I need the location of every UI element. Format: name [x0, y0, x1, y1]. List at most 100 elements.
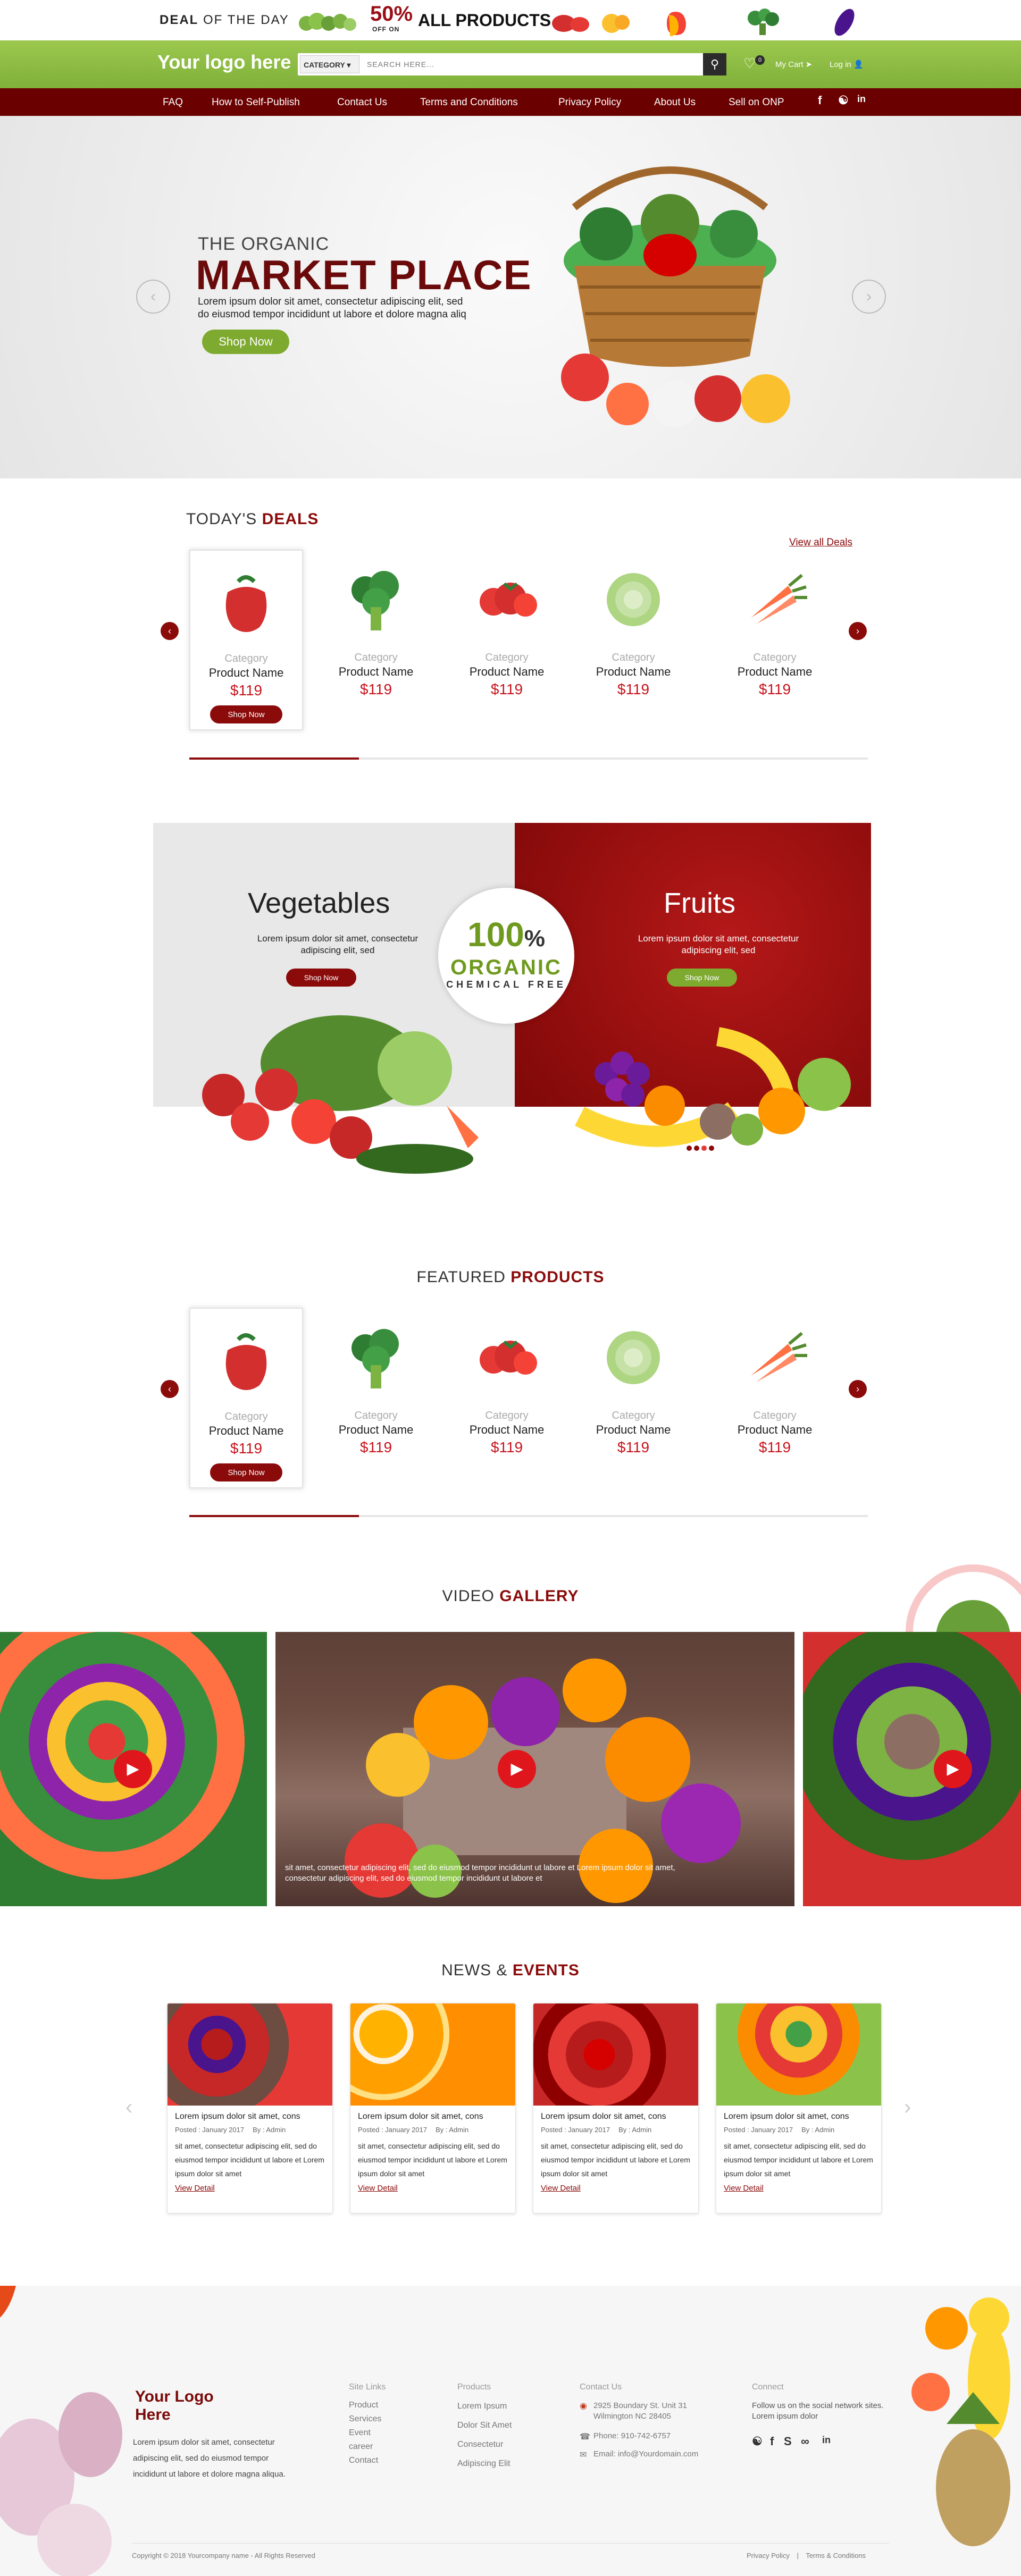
- nav-about-us[interactable]: About Us: [654, 97, 696, 108]
- product-card[interactable]: Category Product Name $119 Shop Now: [189, 1308, 303, 1488]
- video-thumbnail-1[interactable]: ▶: [0, 1632, 267, 1906]
- news-next-button[interactable]: ›: [904, 2095, 911, 2119]
- news-card[interactable]: Lorem ipsum dolor sit amet, cons Posted :…: [350, 2003, 516, 2213]
- product-name[interactable]: Product Name: [450, 665, 564, 679]
- product-name[interactable]: Product Name: [718, 1423, 832, 1437]
- vegetables-description: Lorem ipsum dolor sit amet, consectetur …: [257, 933, 419, 955]
- product-name[interactable]: Product Name: [450, 1423, 564, 1437]
- product-card[interactable]: Category Product Name $119: [718, 1308, 832, 1488]
- deal-off-on: OFF ON: [372, 26, 400, 33]
- footer-product-link[interactable]: Adipiscing Elit: [457, 2459, 510, 2469]
- footer-logo[interactable]: Your Logo Here: [135, 2388, 241, 2424]
- footer-link-career[interactable]: career: [349, 2442, 373, 2452]
- facebook-icon[interactable]: f: [770, 2435, 774, 2448]
- fruits-shop-now-button[interactable]: Shop Now: [667, 969, 737, 987]
- product-card[interactable]: Category Product Name $119: [450, 550, 564, 730]
- product-name[interactable]: Product Name: [576, 665, 690, 679]
- product-card[interactable]: Category Product Name $119: [718, 550, 832, 730]
- news-card[interactable]: Lorem ipsum dolor sit amet, cons Posted :…: [167, 2003, 333, 2213]
- twitter-icon[interactable]: ☯: [752, 2435, 763, 2448]
- nav-faq[interactable]: FAQ: [163, 97, 183, 108]
- featured-prev-button[interactable]: ‹: [161, 1380, 179, 1398]
- view-detail-link[interactable]: View Detail: [724, 2184, 874, 2193]
- footer-product-link[interactable]: Consectetur: [457, 2440, 503, 2449]
- news-meta: Posted : January 2017 By : Admin: [175, 2126, 325, 2134]
- footer-link-services[interactable]: Services: [349, 2414, 381, 2424]
- product-name[interactable]: Product Name: [319, 1423, 433, 1437]
- news-prev-button[interactable]: ‹: [125, 2095, 132, 2119]
- view-detail-link[interactable]: View Detail: [541, 2184, 691, 2193]
- product-name[interactable]: Product Name: [190, 666, 302, 680]
- product-image-tomatoes: [472, 1323, 541, 1392]
- product-price: $119: [617, 1439, 650, 1455]
- site-footer: [0, 2286, 1021, 2576]
- hero-shop-now-button[interactable]: Shop Now: [202, 330, 289, 354]
- terms-link[interactable]: Terms & Conditions: [806, 2552, 866, 2560]
- product-card[interactable]: Category Product Name $119: [576, 1308, 690, 1488]
- facebook-icon[interactable]: f: [818, 94, 822, 107]
- product-name[interactable]: Product Name: [190, 1424, 302, 1438]
- nav-sell-on-onp[interactable]: Sell on ONP: [729, 97, 784, 108]
- nav-terms[interactable]: Terms and Conditions: [420, 97, 518, 108]
- hero-next-button[interactable]: ›: [852, 280, 886, 314]
- fruit-veg-strip-graphic: [552, 9, 855, 36]
- news-title[interactable]: Lorem ipsum dolor sit amet, cons: [724, 2112, 874, 2122]
- product-card[interactable]: Category Product Name $119: [576, 550, 690, 730]
- my-cart-link[interactable]: My Cart ➤: [775, 60, 812, 69]
- footer-product-link[interactable]: Dolor Sit Amet: [457, 2421, 512, 2430]
- footer-link-product[interactable]: Product: [349, 2401, 378, 2410]
- login-link[interactable]: Log in 👤: [830, 60, 864, 69]
- news-title[interactable]: Lorem ipsum dolor sit amet, cons: [541, 2112, 691, 2122]
- news-title[interactable]: Lorem ipsum dolor sit amet, cons: [175, 2112, 325, 2122]
- play-icon[interactable]: ▶: [114, 1750, 152, 1788]
- vegetables-shop-now-button[interactable]: Shop Now: [286, 969, 356, 987]
- product-name[interactable]: Product Name: [319, 665, 433, 679]
- view-all-deals-link[interactable]: View all Deals: [789, 537, 852, 549]
- news-card[interactable]: Lorem ipsum dolor sit amet, cons Posted :…: [533, 2003, 699, 2213]
- product-card[interactable]: Category Product Name $119: [450, 1308, 564, 1488]
- nav-contact-us[interactable]: Contact Us: [337, 97, 387, 108]
- category-dropdown[interactable]: CATEGORY ▾: [300, 55, 359, 73]
- rss-icon[interactable]: ∞: [801, 2435, 809, 2448]
- footer-about-text: Lorem ipsum dolor sit amet, consectetur …: [133, 2438, 286, 2479]
- play-icon[interactable]: ▶: [498, 1750, 536, 1788]
- featured-next-button[interactable]: ›: [849, 1380, 867, 1398]
- view-detail-link[interactable]: View Detail: [358, 2184, 508, 2193]
- hero-prev-button[interactable]: ‹: [136, 280, 170, 314]
- shop-now-button[interactable]: Shop Now: [210, 705, 282, 723]
- news-author: By : Admin: [436, 2126, 469, 2134]
- news-card[interactable]: Lorem ipsum dolor sit amet, cons Posted :…: [716, 2003, 882, 2213]
- cart-icon[interactable]: ♡: [743, 55, 756, 72]
- product-card[interactable]: Category Product Name $119 Shop Now: [189, 550, 303, 730]
- product-card[interactable]: Category Product Name $119: [319, 1308, 433, 1488]
- linkedin-icon[interactable]: in: [822, 2435, 831, 2446]
- footer-bottom-links: Privacy Policy | Terms & Conditions: [747, 2552, 866, 2560]
- footer-phone[interactable]: Phone: 910-742-6757: [593, 2431, 671, 2440]
- footer-email[interactable]: Email: info@Yourdomain.com: [593, 2449, 698, 2459]
- video-thumbnail-3[interactable]: ▶: [803, 1632, 1021, 1906]
- footer-link-event[interactable]: Event: [349, 2428, 371, 2438]
- skype-icon[interactable]: S: [784, 2435, 792, 2448]
- footer-link-contact[interactable]: Contact: [349, 2456, 378, 2465]
- privacy-policy-link[interactable]: Privacy Policy: [747, 2552, 790, 2560]
- connect-heading: Connect: [752, 2383, 784, 2392]
- shop-now-button[interactable]: Shop Now: [210, 1463, 282, 1481]
- site-logo[interactable]: Your logo here: [157, 51, 291, 73]
- nav-privacy-policy[interactable]: Privacy Policy: [558, 97, 621, 108]
- view-detail-link[interactable]: View Detail: [175, 2184, 325, 2193]
- product-card[interactable]: Category Product Name $119: [319, 550, 433, 730]
- product-price: $119: [758, 681, 791, 697]
- play-icon[interactable]: ▶: [934, 1750, 972, 1788]
- product-name[interactable]: Product Name: [718, 665, 832, 679]
- promo-pagination-dots[interactable]: [686, 1144, 718, 1155]
- deals-next-button[interactable]: ›: [849, 622, 867, 640]
- linkedin-icon[interactable]: in: [857, 94, 866, 105]
- nav-how-to-self-publish[interactable]: How to Self-Publish: [212, 97, 300, 108]
- footer-product-link[interactable]: Lorem Ipsum: [457, 2402, 507, 2411]
- search-button[interactable]: ⚲: [703, 53, 726, 75]
- news-title[interactable]: Lorem ipsum dolor sit amet, cons: [358, 2112, 508, 2122]
- deals-prev-button[interactable]: ‹: [161, 622, 179, 640]
- twitter-icon[interactable]: ☯: [838, 94, 849, 107]
- search-input[interactable]: [362, 55, 702, 73]
- product-name[interactable]: Product Name: [576, 1423, 690, 1437]
